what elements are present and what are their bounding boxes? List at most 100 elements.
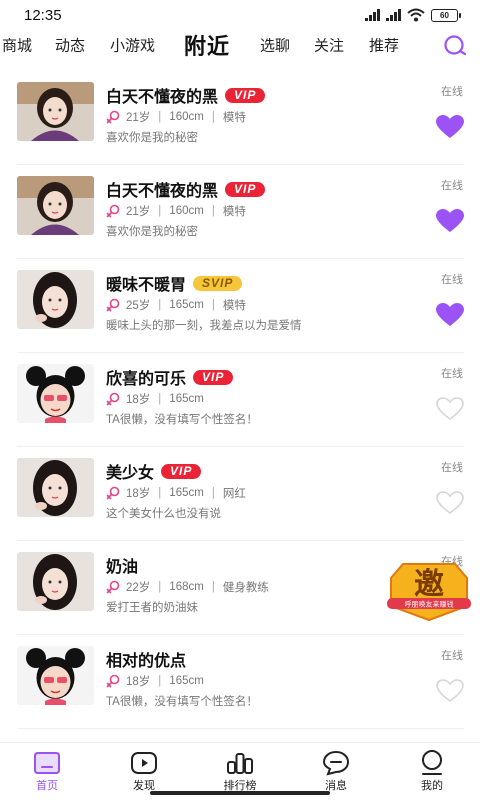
nav-discover[interactable]: 发现 — [114, 749, 174, 793]
tab-follow[interactable]: 关注 — [314, 35, 344, 56]
user-height: 165cm — [169, 299, 204, 311]
tab-nearby[interactable]: 附近 — [184, 29, 230, 61]
user-meta: 21岁 | 160cm | 模特 — [106, 109, 246, 125]
user-job: 模特 — [222, 206, 246, 218]
divider: | — [211, 581, 215, 593]
user-age: 18岁 — [126, 488, 151, 500]
user-signature: 暖味上头的那一刻，我差点以为是爱情 — [106, 320, 302, 332]
female-icon — [106, 110, 120, 124]
user-signature: 这个美女什么也没有说 — [106, 508, 221, 520]
home-icon — [34, 752, 60, 774]
list-item[interactable]: 白天不懂夜的黑 VIP 21岁 | 160cm | 模特 喜欢你是我的秘密 在线 — [17, 71, 464, 165]
list-item[interactable]: 白天不懂夜的黑 VIP 21岁 | 160cm | 模特 喜欢你是我的秘密 在线 — [17, 165, 464, 259]
user-age: 21岁 — [126, 206, 151, 218]
online-status: 在线 — [441, 462, 463, 474]
list-item[interactable]: 欣喜的可乐 VIP 18岁 | 165cm TA很懒，没有填写个性签名！ 在线 — [17, 353, 464, 447]
user-list: 白天不懂夜的黑 VIP 21岁 | 160cm | 模特 喜欢你是我的秘密 在线 白… — [0, 71, 480, 729]
user-name-line: 白天不懂夜的黑 VIP — [106, 83, 266, 107]
search-icon[interactable] — [442, 34, 468, 56]
user-name-line: 白天不懂夜的黑 VIP — [106, 177, 266, 201]
online-status: 在线 — [441, 86, 463, 98]
user-job: 模特 — [222, 300, 246, 312]
divider: | — [211, 299, 215, 311]
avatar[interactable] — [17, 176, 94, 235]
status-icons: 60 — [365, 8, 461, 22]
user-name: 暖味不暖胃 — [106, 277, 187, 294]
nav-profile[interactable]: 我的 — [402, 749, 462, 793]
nav-ranking[interactable]: 排行榜 — [210, 749, 270, 793]
invite-promo-badge[interactable]: 邀 呼朋唤友来赚钱 — [387, 556, 471, 622]
user-name: 欣喜的可乐 — [106, 371, 187, 388]
status-bar: 12:35 60 — [0, 0, 480, 30]
user-age: 25岁 — [126, 300, 151, 312]
user-name-line: 相对的优点 — [106, 647, 186, 671]
user-name: 白天不懂夜的黑 — [106, 183, 219, 200]
invite-promo-char: 邀 — [414, 567, 444, 602]
heart-filled-icon[interactable] — [436, 209, 464, 233]
heart-outline-icon[interactable] — [436, 679, 464, 703]
tab-chat-select[interactable]: 选聊 — [260, 35, 290, 56]
nav-label: 首页 — [36, 780, 58, 792]
svip-badge: SVIP — [193, 275, 243, 291]
list-item[interactable]: 相对的优点 18岁 | 165cm TA很懒，没有填写个性签名！ 在线 — [17, 635, 464, 729]
divider: | — [158, 487, 162, 499]
divider: | — [158, 581, 162, 593]
online-status: 在线 — [441, 650, 463, 662]
message-icon — [322, 750, 350, 776]
heart-outline-icon[interactable] — [436, 491, 464, 515]
user-name: 美少女 — [106, 465, 155, 482]
user-job: 健身教练 — [222, 582, 269, 594]
user-age: 21岁 — [126, 112, 151, 124]
user-height: 165cm — [169, 487, 204, 499]
user-name: 白天不懂夜的黑 — [106, 89, 219, 106]
top-tabs: 商城 动态 小游戏 附近 选聊 关注 推荐 — [0, 28, 480, 62]
female-icon — [106, 392, 120, 406]
avatar[interactable] — [17, 552, 94, 611]
user-meta: 21岁 | 160cm | 模特 — [106, 203, 246, 219]
user-job: 网红 — [222, 488, 246, 500]
user-height: 160cm — [169, 205, 204, 217]
female-icon — [106, 298, 120, 312]
divider: | — [158, 393, 162, 405]
online-status: 在线 — [441, 180, 463, 192]
heart-filled-icon[interactable] — [436, 115, 464, 139]
tab-recommend[interactable]: 推荐 — [369, 35, 399, 56]
list-item[interactable]: 美少女 VIP 18岁 | 165cm | 网红 这个美女什么也没有说 在线 — [17, 447, 464, 541]
divider: | — [158, 675, 162, 687]
bottom-nav: 首页 发现 排行榜 消息 我的 — [0, 742, 480, 800]
wifi-icon — [407, 8, 425, 22]
nav-messages[interactable]: 消息 — [306, 749, 366, 793]
heart-filled-icon[interactable] — [436, 303, 464, 327]
user-signature: TA很懒，没有填写个性签名！ — [106, 414, 258, 426]
heart-outline-icon[interactable] — [436, 397, 464, 421]
divider: | — [158, 111, 162, 123]
divider: | — [211, 487, 215, 499]
nav-label: 我的 — [421, 780, 443, 792]
female-icon — [106, 204, 120, 218]
tab-shop[interactable]: 商城 — [2, 35, 32, 56]
tab-moments[interactable]: 动态 — [55, 35, 85, 56]
female-icon — [106, 674, 120, 688]
user-meta: 22岁 | 168cm | 健身教练 — [106, 579, 269, 595]
user-name-line: 欣喜的可乐 VIP — [106, 365, 234, 389]
user-name-line: 暖味不暖胃 SVIP — [106, 271, 243, 295]
nav-home[interactable]: 首页 — [17, 749, 77, 793]
user-meta: 18岁 | 165cm — [106, 391, 204, 407]
user-age: 18岁 — [126, 394, 151, 406]
user-signature: 喜欢你是我的秘密 — [106, 226, 198, 238]
avatar[interactable] — [17, 364, 94, 423]
list-item[interactable]: 暖味不暖胃 SVIP 25岁 | 165cm | 模特 暖味上头的那一刻，我差点以为… — [17, 259, 464, 353]
user-name-line: 美少女 VIP — [106, 459, 202, 483]
avatar[interactable] — [17, 646, 94, 705]
divider: | — [158, 205, 162, 217]
user-signature: 喜欢你是我的秘密 — [106, 132, 198, 144]
user-name-line: 奶油 — [106, 553, 138, 577]
divider: | — [158, 299, 162, 311]
user-signature: 爱打王者的奶油妹 — [106, 602, 198, 614]
avatar[interactable] — [17, 458, 94, 517]
ranking-icon — [227, 753, 253, 774]
avatar[interactable] — [17, 82, 94, 141]
tab-minigames[interactable]: 小游戏 — [110, 35, 155, 56]
profile-icon — [422, 750, 442, 775]
avatar[interactable] — [17, 270, 94, 329]
